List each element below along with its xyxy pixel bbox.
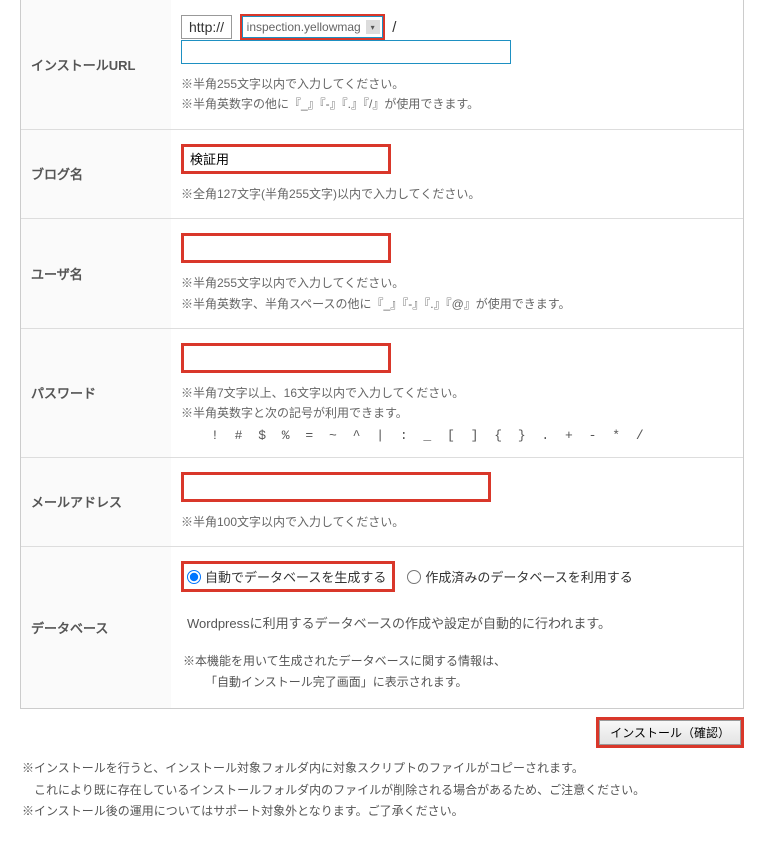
- db-option-existing[interactable]: 作成済みのデータベースを利用する: [407, 567, 632, 586]
- db-option-auto-label: 自動でデータベースを生成する: [205, 567, 386, 586]
- db-option-auto[interactable]: 自動でデータベースを生成する: [181, 561, 395, 592]
- install-url-hint: ※半角255文字以内で入力してください。 ※半角英数字の他に『_』『-』『.』『…: [181, 74, 733, 115]
- row-value-password: ※半角7文字以上、16文字以内で入力してください。 ※半角英数字と次の記号が利用…: [171, 328, 743, 457]
- db-radio-existing[interactable]: [407, 570, 421, 584]
- username-hint: ※半角255文字以内で入力してください。 ※半角英数字、半角スペースの他に『_』…: [181, 273, 733, 314]
- url-scheme-box: http://: [181, 15, 232, 39]
- username-input[interactable]: [181, 233, 391, 263]
- path-separator: /: [392, 19, 396, 36]
- blog-name-hint: ※全角127文字(半角255文字)以内で入力してください。: [181, 184, 733, 204]
- database-radio-group: 自動でデータベースを生成する 作成済みのデータベースを利用する: [181, 561, 733, 592]
- password-symbols: ! # $ % = ~ ^ | : _ [ ] { } . + - * /: [181, 428, 733, 443]
- row-value-username: ※半角255文字以内で入力してください。 ※半角英数字、半角スペースの他に『_』…: [171, 219, 743, 329]
- row-value-database: 自動でデータベースを生成する 作成済みのデータベースを利用する Wordpres…: [171, 547, 743, 708]
- install-confirm-button[interactable]: インストール（確認）: [599, 720, 741, 745]
- row-value-install-url: http:// inspection.yellowmag ▾ / ※半角255文…: [171, 0, 743, 129]
- email-hint: ※半角100文字以内で入力してください。: [181, 512, 733, 532]
- install-button-highlight: インストール（確認）: [596, 717, 744, 748]
- row-label-blog-name: ブログ名: [21, 129, 171, 218]
- row-value-email: ※半角100文字以内で入力してください。: [171, 457, 743, 546]
- footer-note-2: これにより既に存在しているインストールフォルダ内のファイルが削除される場合がある…: [22, 780, 742, 802]
- email-input[interactable]: [181, 472, 491, 502]
- footer-notes: ※インストールを行うと、インストール対象フォルダ内に対象スクリプトのファイルがコ…: [0, 754, 764, 843]
- db-note: ※本機能を用いて生成されたデータベースに関する情報は、 「自動インストール完了画…: [181, 651, 733, 694]
- chevron-down-icon: ▾: [366, 20, 380, 34]
- action-row: インストール（確認）: [0, 709, 764, 754]
- row-label-password: パスワード: [21, 328, 171, 457]
- row-value-blog-name: ※全角127文字(半角255文字)以内で入力してください。: [171, 129, 743, 218]
- password-hint: ※半角7文字以上、16文字以内で入力してください。 ※半角英数字と次の記号が利用…: [181, 383, 733, 424]
- db-description: Wordpressに利用するデータベースの作成や設定が自動的に行われます。: [181, 612, 733, 637]
- form-panel: インストールURL http:// inspection.yellowmag ▾…: [20, 0, 744, 709]
- row-label-username: ユーザ名: [21, 219, 171, 329]
- settings-table: インストールURL http:// inspection.yellowmag ▾…: [21, 0, 743, 708]
- row-label-install-url: インストールURL: [21, 0, 171, 129]
- footer-note-3: ※インストール後の運用についてはサポート対象外となります。ご了承ください。: [22, 801, 742, 823]
- blog-name-input[interactable]: [181, 144, 391, 174]
- domain-select[interactable]: inspection.yellowmag ▾: [240, 14, 385, 40]
- db-option-existing-label: 作成済みのデータベースを利用する: [425, 567, 632, 586]
- footer-note-1: ※インストールを行うと、インストール対象フォルダ内に対象スクリプトのファイルがコ…: [22, 758, 742, 780]
- db-radio-auto[interactable]: [187, 570, 201, 584]
- row-label-email: メールアドレス: [21, 457, 171, 546]
- row-label-database: データベース: [21, 547, 171, 708]
- domain-select-value: inspection.yellowmag: [247, 20, 361, 34]
- url-path-input[interactable]: [181, 40, 511, 64]
- password-input[interactable]: [181, 343, 391, 373]
